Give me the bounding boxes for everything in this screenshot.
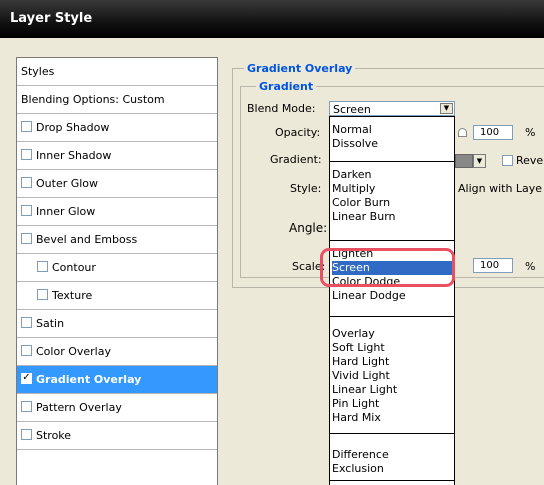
contour-label: Contour bbox=[52, 261, 96, 274]
dropdown-separator bbox=[330, 240, 454, 241]
dropdown-separator bbox=[330, 161, 454, 162]
style-item-inner-glow[interactable]: Inner Glow bbox=[17, 198, 217, 226]
style-item-drop-shadow[interactable]: Drop Shadow bbox=[17, 114, 217, 142]
outer-glow-checkbox[interactable] bbox=[21, 177, 32, 188]
contour-checkbox[interactable] bbox=[37, 261, 48, 272]
gradient-chevron-down-icon[interactable]: ▼ bbox=[473, 154, 486, 168]
blend-option-overlay[interactable]: Overlay bbox=[332, 327, 452, 341]
styles-header-label: Styles bbox=[21, 65, 55, 78]
reverse-label: Reve bbox=[516, 154, 544, 167]
gradient-swatch[interactable] bbox=[455, 154, 473, 168]
color-overlay-label: Color Overlay bbox=[36, 345, 111, 358]
drop-shadow-checkbox[interactable] bbox=[21, 121, 32, 132]
satin-label: Satin bbox=[36, 317, 65, 330]
layer-style-dialog: Layer Style Styles Blending Options: Cus… bbox=[0, 0, 544, 485]
scale-unit: % bbox=[525, 260, 536, 273]
blending-options-custom-label: Blending Options: Custom bbox=[21, 93, 165, 106]
inner-shadow-label: Inner Shadow bbox=[36, 149, 112, 162]
blend-option-dissolve[interactable]: Dissolve bbox=[332, 137, 452, 151]
style-item-color-overlay[interactable]: Color Overlay bbox=[17, 338, 217, 366]
blend-option-normal[interactable]: Normal bbox=[332, 123, 452, 137]
blend-option-linear-burn[interactable]: Linear Burn bbox=[332, 210, 452, 224]
gradient-overlay-checkbox[interactable]: ✓ bbox=[21, 373, 32, 384]
dropdown-separator bbox=[330, 433, 454, 434]
bevel-and-emboss-label: Bevel and Emboss bbox=[36, 233, 138, 246]
blend-option-soft-light[interactable]: Soft Light bbox=[332, 341, 452, 355]
color-overlay-checkbox[interactable] bbox=[21, 345, 32, 356]
dropdown-separator bbox=[330, 316, 454, 317]
blend-option-color-burn[interactable]: Color Burn bbox=[332, 196, 452, 210]
blend-option-pin-light[interactable]: Pin Light bbox=[332, 397, 452, 411]
style-item-stroke[interactable]: Stroke bbox=[17, 422, 217, 450]
satin-checkbox[interactable] bbox=[21, 317, 32, 328]
style-item-blending-options-custom[interactable]: Blending Options: Custom bbox=[17, 86, 217, 114]
blend-mode-select[interactable]: Screen ▼ bbox=[329, 101, 455, 116]
align-with-layer-label: Align with Laye bbox=[458, 182, 543, 195]
style-item-satin[interactable]: Satin bbox=[17, 310, 217, 338]
inner-glow-label: Inner Glow bbox=[36, 205, 96, 218]
stroke-checkbox[interactable] bbox=[21, 429, 32, 440]
group-title: Gradient Overlay bbox=[244, 62, 356, 75]
blend-mode-value: Screen bbox=[333, 103, 371, 116]
chevron-down-icon[interactable]: ▼ bbox=[440, 103, 453, 114]
style-label: Style: bbox=[290, 182, 322, 195]
scale-input[interactable]: 100 bbox=[473, 258, 513, 273]
outer-glow-label: Outer Glow bbox=[36, 177, 99, 190]
slider-handle-icon[interactable] bbox=[458, 128, 467, 137]
title-bar: Layer Style bbox=[0, 0, 544, 38]
blend-option-hard-light[interactable]: Hard Light bbox=[332, 355, 452, 369]
style-item-pattern-overlay[interactable]: Pattern Overlay bbox=[17, 394, 217, 422]
style-item-gradient-overlay[interactable]: ✓ Gradient Overlay bbox=[17, 366, 217, 394]
dropdown-separator bbox=[330, 480, 454, 481]
reverse-checkbox[interactable] bbox=[502, 155, 513, 166]
style-item-contour[interactable]: Contour bbox=[17, 254, 217, 282]
style-item-inner-shadow[interactable]: Inner Shadow bbox=[17, 142, 217, 170]
gradient-label: Gradient: bbox=[270, 153, 322, 166]
drop-shadow-label: Drop Shadow bbox=[36, 121, 110, 134]
texture-checkbox[interactable] bbox=[37, 289, 48, 300]
subgroup-title: Gradient bbox=[256, 80, 317, 93]
style-item-bevel-and-emboss[interactable]: Bevel and Emboss bbox=[17, 226, 217, 254]
opacity-unit: % bbox=[525, 126, 536, 139]
blend-option-linear-dodge[interactable]: Linear Dodge bbox=[332, 289, 452, 303]
gradient-overlay-label: Gradient Overlay bbox=[36, 373, 142, 386]
annotation-highlight-ring bbox=[320, 248, 455, 287]
texture-label: Texture bbox=[52, 289, 93, 302]
inner-glow-checkbox[interactable] bbox=[21, 205, 32, 216]
styles-header[interactable]: Styles bbox=[17, 58, 217, 86]
window-title: Layer Style bbox=[10, 11, 93, 26]
blend-option-linear-light[interactable]: Linear Light bbox=[332, 383, 452, 397]
blend-option-multiply[interactable]: Multiply bbox=[332, 182, 452, 196]
inner-shadow-checkbox[interactable] bbox=[21, 149, 32, 160]
opacity-input[interactable]: 100 bbox=[473, 125, 513, 140]
style-item-texture[interactable]: Texture bbox=[17, 282, 217, 310]
blend-option-vivid-light[interactable]: Vivid Light bbox=[332, 369, 452, 383]
pattern-overlay-checkbox[interactable] bbox=[21, 401, 32, 412]
bevel-and-emboss-checkbox[interactable] bbox=[21, 233, 32, 244]
styles-list: Styles Blending Options: Custom Drop Shad… bbox=[16, 57, 218, 485]
blend-option-difference[interactable]: Difference bbox=[332, 448, 452, 462]
blend-mode-dropdown-list: Normal Dissolve Darken Multiply Color Burn Li… bbox=[329, 116, 455, 485]
pattern-overlay-label: Pattern Overlay bbox=[36, 401, 122, 414]
angle-label: Angle: bbox=[289, 221, 328, 235]
style-item-outer-glow[interactable]: Outer Glow bbox=[17, 170, 217, 198]
opacity-label: Opacity: bbox=[275, 126, 321, 139]
blend-option-darken[interactable]: Darken bbox=[332, 168, 452, 182]
blend-option-exclusion[interactable]: Exclusion bbox=[332, 462, 452, 476]
blend-option-hard-mix[interactable]: Hard Mix bbox=[332, 411, 452, 425]
blend-mode-label: Blend Mode: bbox=[247, 102, 316, 115]
stroke-label: Stroke bbox=[36, 429, 72, 442]
